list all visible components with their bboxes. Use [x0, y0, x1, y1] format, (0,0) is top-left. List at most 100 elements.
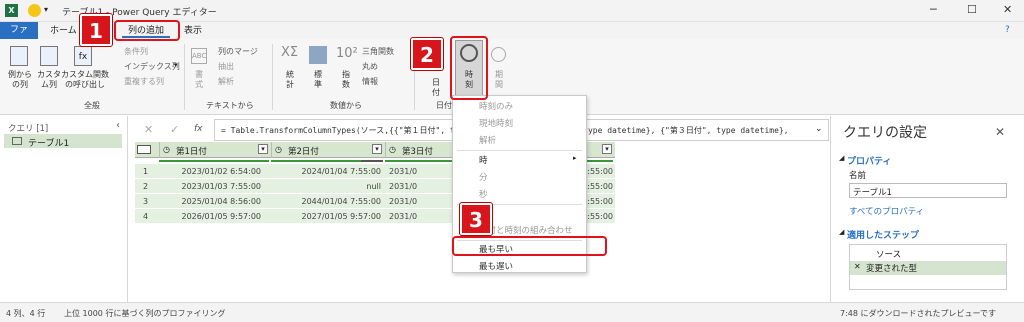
index-column-button[interactable]: インデックス列 [124, 61, 180, 72]
menu-item-time-only[interactable]: 時刻のみ [479, 100, 513, 112]
col-filter-icon[interactable]: ▾ [602, 144, 612, 154]
collapse-triangle-icon: ◢ [839, 154, 845, 162]
maximize-icon[interactable]: ☐ [967, 3, 977, 16]
step-badge-3: 3 [460, 203, 492, 235]
cancel-formula-icon[interactable]: ✕ [144, 123, 153, 136]
menu-item-parse[interactable]: 解析 [479, 134, 496, 146]
group-label-number: 数値から [330, 101, 362, 110]
steps-list: ソース ✕ 変更された型 [849, 244, 1007, 290]
col-from-examples-icon [10, 46, 28, 66]
excel-icon: X [5, 4, 18, 17]
queries-header: クエリ [1] [8, 124, 49, 134]
parse-button[interactable]: 解析 [218, 76, 234, 87]
menu-item-combine-date-time[interactable]: 日付と時刻の組み合わせ [479, 224, 573, 236]
duration-button[interactable]: 期 間 [492, 70, 506, 90]
properties-header[interactable]: プロパティ [847, 154, 891, 167]
col-header-label: 第2日付 [288, 147, 319, 157]
status-profiling[interactable]: 上位 1000 行に基づく列のプロファイリング [64, 308, 225, 319]
tab-home[interactable]: ホーム [44, 24, 83, 38]
duration-icon [491, 47, 506, 62]
minimize-icon[interactable]: ─ [930, 3, 937, 16]
cell[interactable]: 2023/01/02 6:54:00 [182, 167, 262, 176]
qat-dropdown-icon[interactable]: ▾ [44, 5, 48, 14]
collapse-icon[interactable]: ‹ [116, 120, 120, 131]
cell[interactable]: 2027/01/05 9:57:00 [302, 212, 382, 221]
highlight-earliest-item [452, 236, 607, 256]
col-from-examples-button[interactable]: 例から の列 [4, 70, 36, 90]
duplicate-column-button[interactable]: 重複する列 [124, 76, 164, 87]
delete-step-icon[interactable]: ✕ [854, 262, 861, 271]
col-filter-icon[interactable]: ▾ [258, 144, 268, 154]
cell[interactable]: 2024/01/04 7:55:00 [302, 167, 382, 176]
information-button[interactable]: 情報 [362, 76, 378, 87]
cell[interactable]: 2026/01/05 9:57:00 [182, 212, 262, 221]
calendar-clock-icon: ◷ [389, 145, 396, 154]
highlight-time-button [450, 36, 488, 100]
step-item-changed-type: 変更された型 [866, 264, 918, 274]
menu-item-second[interactable]: 秒 [479, 188, 488, 200]
date-button[interactable]: 日 付 [430, 78, 442, 98]
conditional-column-button[interactable]: 条件列 [124, 46, 148, 57]
invoke-function-icon: fx [74, 46, 92, 66]
calendar-clock-icon: ◷ [163, 145, 170, 154]
menu-item-latest[interactable]: 最も遅い [479, 260, 513, 272]
status-bar: 4 列、4 行 上位 1000 行に基づく列のプロファイリング 7:48 にダウ… [0, 302, 1024, 322]
cell[interactable]: 2031/0 [389, 197, 417, 206]
cell[interactable]: null [366, 182, 381, 191]
name-input[interactable]: テーブル1 [849, 183, 1007, 198]
confirm-formula-icon[interactable]: ✓ [170, 123, 179, 136]
cell[interactable]: 2023/01/03 7:55:00 [182, 182, 262, 191]
calendar-clock-icon: ◷ [275, 145, 282, 154]
format-button[interactable]: 書 式 [190, 70, 208, 90]
collapse-triangle-icon: ◢ [839, 228, 845, 236]
trig-button[interactable]: 三角関数 [362, 46, 394, 57]
step-badge-1: 1 [80, 14, 112, 46]
menu-item-local-time[interactable]: 現地時刻 [479, 117, 513, 129]
cell[interactable]: 2031/0 [389, 167, 417, 176]
all-properties-link[interactable]: すべてのプロパティ [849, 205, 924, 217]
table-menu-icon[interactable] [137, 145, 151, 154]
extract-button[interactable]: 抽出 [218, 61, 234, 72]
cell[interactable]: 2031/0 [389, 182, 417, 191]
scientific-button[interactable]: 指 数 [339, 70, 353, 90]
name-label: 名前 [849, 171, 867, 181]
standard-icon [309, 46, 327, 64]
index-dropdown-icon[interactable]: ▾ [174, 61, 178, 69]
statistics-button[interactable]: 統 計 [283, 70, 297, 90]
custom-column-button[interactable]: カスタ ム列 [35, 70, 63, 90]
step-item-source[interactable]: ソース [876, 248, 901, 260]
smiley-icon[interactable] [28, 4, 41, 17]
formula-expand-icon[interactable]: ⌄ [815, 124, 823, 134]
submenu-arrow-icon: ▸ [573, 154, 577, 162]
col-header-2[interactable]: ◷ 第2日付 ▾ [271, 142, 385, 158]
invoke-function-button[interactable]: カスタム関数 の呼び出し [60, 70, 110, 90]
close-icon[interactable]: ✕ [1003, 3, 1012, 16]
applied-steps-header[interactable]: 適用したステップ [847, 228, 919, 241]
row-number: 4 [143, 212, 149, 221]
status-preview-time: 7:48 にダウンロードされたプレビューです [840, 309, 997, 318]
statistics-icon: XΣ [281, 45, 299, 60]
cell[interactable]: 2025/01/04 8:56:00 [182, 197, 262, 206]
table-icon [12, 137, 22, 145]
menu-item-hour[interactable]: 時 [479, 154, 488, 166]
group-label-datetime: 日付 [436, 101, 452, 110]
status-row-count: 4 列、4 行 [6, 309, 46, 318]
col-header-1[interactable]: ◷ 第1日付 ▾ [159, 142, 271, 158]
separator [184, 44, 185, 110]
tab-view[interactable]: 表示 [178, 24, 208, 38]
close-settings-icon[interactable]: ✕ [995, 125, 1005, 139]
merge-columns-button[interactable]: 列のマージ [218, 46, 258, 57]
standard-button[interactable]: 標 準 [311, 70, 325, 90]
custom-column-icon [40, 46, 58, 66]
col-header-label: 第3日付 [402, 147, 433, 157]
cell[interactable]: 2044/01/04 7:55:00 [302, 197, 382, 206]
rounding-button[interactable]: 丸め [362, 61, 378, 72]
quality-bar-empty [361, 160, 383, 162]
tab-file[interactable]: ファイル [0, 22, 38, 52]
group-label-general: 全般 [84, 101, 100, 110]
help-icon[interactable]: ? [1005, 25, 1010, 35]
menu-item-minute[interactable]: 分 [479, 171, 488, 183]
cell[interactable]: 2031/0 [389, 212, 417, 221]
col-filter-icon[interactable]: ▾ [372, 144, 382, 154]
queries-pane: クエリ [1] ‹ テーブル1 [0, 116, 128, 302]
